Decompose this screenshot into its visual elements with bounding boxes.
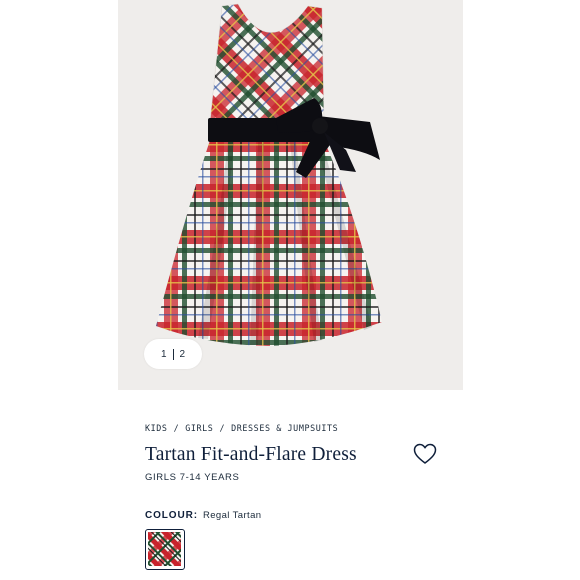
breadcrumb-separator: / xyxy=(173,423,180,433)
breadcrumb: KIDS / GIRLS / DRESSES & JUMPSUITS xyxy=(145,423,338,433)
breadcrumb-item-girls[interactable]: GIRLS xyxy=(185,423,213,433)
pager-current[interactable]: 1 xyxy=(157,349,171,360)
heart-icon xyxy=(413,443,437,464)
dress-image xyxy=(156,3,382,346)
colour-label: COLOUR: xyxy=(145,510,198,521)
product-title: Tartan Fit-and-Flare Dress xyxy=(145,444,357,465)
breadcrumb-item-dresses[interactable]: DRESSES & JUMPSUITS xyxy=(231,423,338,433)
tartan-swatch-icon xyxy=(148,532,181,566)
colour-value: Regal Tartan xyxy=(202,510,262,521)
product-size-range: GIRLS 7-14 YEARS xyxy=(145,472,240,483)
image-pager[interactable]: 1 2 xyxy=(144,339,202,369)
breadcrumb-item-kids[interactable]: KIDS xyxy=(145,423,168,433)
colour-row: COLOUR: Regal Tartan xyxy=(145,510,261,521)
pager-next[interactable]: 2 xyxy=(176,349,190,360)
colour-swatch-regal-tartan[interactable] xyxy=(145,529,185,570)
product-image-gallery[interactable]: 1 2 xyxy=(118,0,463,390)
wishlist-button[interactable] xyxy=(413,443,437,465)
breadcrumb-separator: / xyxy=(219,423,226,433)
pager-divider xyxy=(172,348,174,360)
